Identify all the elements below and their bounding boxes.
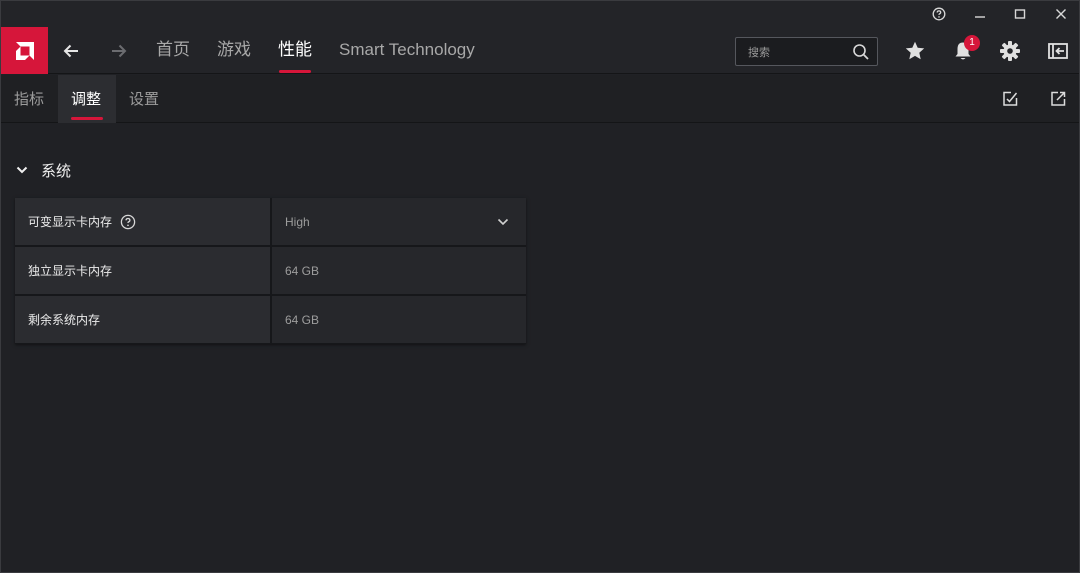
subtab-settings[interactable]: 设置	[129, 75, 159, 123]
app-window: 首页 游戏 性能 Smart Technology 搜索 1 指标 调整 设置 …	[0, 0, 1080, 573]
setting-label-cell: 剩余系统内存	[15, 296, 270, 343]
setting-value: 64 GB	[285, 312, 320, 327]
sidebar-toggle-icon[interactable]	[1046, 39, 1070, 63]
sub-tab-bar: 指标 调整 设置	[1, 75, 1079, 123]
active-subtab-indicator	[71, 117, 103, 120]
search-placeholder: 搜索	[748, 46, 770, 59]
help-circle-icon[interactable]	[927, 4, 951, 24]
setting-label: 剩余系统内存	[28, 313, 101, 327]
tab-home[interactable]: 首页	[156, 39, 190, 61]
tab-gaming[interactable]: 游戏	[217, 39, 251, 61]
dropdown-value: High	[285, 214, 310, 229]
search-icon[interactable]	[852, 43, 870, 65]
setting-label: 可变显示卡内存	[28, 215, 113, 229]
minimize-icon[interactable]	[968, 4, 992, 24]
save-profile-icon[interactable]	[1000, 89, 1020, 109]
search-input[interactable]: 搜索	[735, 37, 878, 66]
setting-row: 剩余系统内存 64 GB	[15, 296, 526, 343]
help-icon[interactable]	[120, 214, 136, 230]
section-title: 系统	[41, 161, 72, 180]
tab-performance[interactable]: 性能	[278, 39, 312, 61]
close-icon[interactable]	[1049, 4, 1073, 24]
setting-value-cell: 64 GB	[272, 296, 526, 343]
amd-logo[interactable]	[1, 27, 48, 74]
variable-graphics-memory-dropdown[interactable]: High	[272, 198, 526, 245]
main-header: 首页 游戏 性能 Smart Technology 搜索 1	[1, 27, 1079, 74]
chevron-down-icon	[16, 166, 28, 174]
setting-value-cell: 64 GB	[272, 247, 526, 294]
amd-logo-icon	[15, 41, 34, 60]
setting-row: 可变显示卡内存 High	[15, 198, 526, 245]
title-bar	[1, 1, 1079, 27]
forward-arrow-icon[interactable]	[106, 38, 132, 64]
setting-row: 独立显示卡内存 64 GB	[15, 247, 526, 294]
tab-smart-technology[interactable]: Smart Technology	[339, 39, 475, 61]
setting-label: 独立显示卡内存	[28, 264, 113, 278]
gear-icon[interactable]	[998, 39, 1022, 63]
back-arrow-icon[interactable]	[58, 38, 84, 64]
setting-label-cell: 独立显示卡内存	[15, 247, 270, 294]
subtab-tuning[interactable]: 调整	[58, 75, 116, 123]
notification-badge: 1	[964, 35, 980, 51]
export-icon[interactable]	[1048, 89, 1068, 109]
section-header-system[interactable]: 系统	[15, 158, 71, 182]
setting-value: 64 GB	[285, 263, 320, 278]
active-tab-indicator	[279, 70, 311, 73]
settings-table: 可变显示卡内存 High 独立显示卡内存 64 GB 剩余系统内存 64 GB	[15, 198, 526, 344]
chevron-down-icon	[496, 215, 510, 232]
maximize-icon[interactable]	[1008, 4, 1032, 24]
subtab-metrics[interactable]: 指标	[1, 75, 57, 123]
star-icon[interactable]	[903, 39, 927, 63]
setting-label-cell: 可变显示卡内存	[15, 198, 270, 245]
